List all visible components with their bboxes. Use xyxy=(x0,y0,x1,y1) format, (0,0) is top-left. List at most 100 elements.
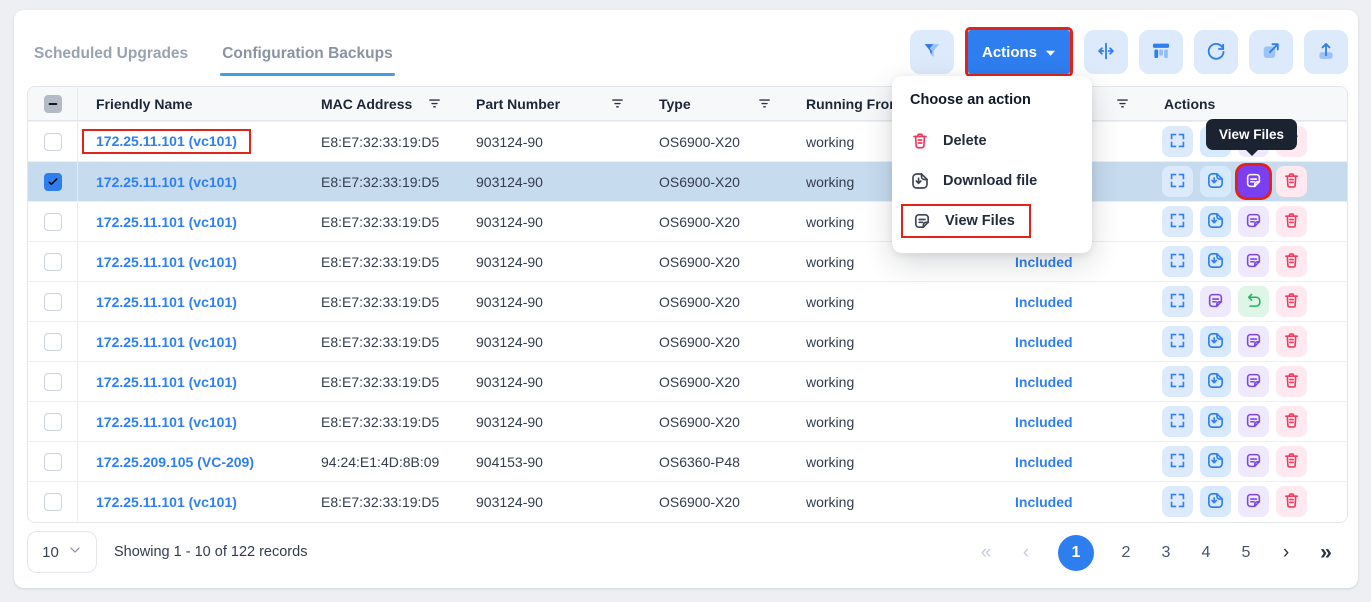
view-files-action-button[interactable] xyxy=(1238,446,1269,477)
view-files-icon xyxy=(912,211,932,231)
delete-action-button[interactable] xyxy=(1276,326,1307,357)
row-checkbox[interactable] xyxy=(44,493,62,511)
column-filter-icon[interactable] xyxy=(757,96,772,111)
view-files-action-button[interactable] xyxy=(1200,286,1231,317)
friendly-name-link[interactable]: 172.25.11.101 (vc101) xyxy=(96,414,237,430)
row-checkbox[interactable] xyxy=(44,213,62,231)
included-link[interactable]: Included xyxy=(1015,374,1073,390)
footer: 10 Showing 1 - 10 of 122 records xyxy=(27,531,307,573)
view-files-action-button[interactable] xyxy=(1238,406,1269,437)
page-button-2[interactable]: 2 xyxy=(1118,544,1134,562)
download-action-button[interactable] xyxy=(1200,486,1231,517)
included-link[interactable]: Included xyxy=(1015,294,1073,310)
restore-action-button[interactable] xyxy=(1238,286,1269,317)
included-link[interactable]: Included xyxy=(1015,254,1073,270)
download-action-button[interactable] xyxy=(1200,366,1231,397)
view-files-action-button[interactable] xyxy=(1238,246,1269,277)
delete-action-button[interactable] xyxy=(1276,486,1307,517)
expand-action-button[interactable] xyxy=(1162,366,1193,397)
row-checkbox[interactable] xyxy=(44,413,62,431)
row-checkbox[interactable] xyxy=(44,453,62,471)
row-actions xyxy=(1146,406,1347,437)
column-filter-icon[interactable] xyxy=(610,96,625,111)
records-summary: Showing 1 - 10 of 122 records xyxy=(114,544,307,560)
download-action-button[interactable] xyxy=(1200,246,1231,277)
friendly-name-link[interactable]: 172.25.11.101 (vc101) xyxy=(96,374,237,390)
download-action-button[interactable] xyxy=(1200,206,1231,237)
tab-scheduled-upgrades[interactable]: Scheduled Upgrades xyxy=(32,36,190,80)
friendly-name-link[interactable]: 172.25.11.101 (vc101) xyxy=(96,174,237,190)
delete-action-button[interactable] xyxy=(1276,366,1307,397)
filter-icon xyxy=(921,40,943,65)
row-checkbox[interactable] xyxy=(44,373,62,391)
delete-action-button[interactable] xyxy=(1276,206,1307,237)
delete-action-button[interactable] xyxy=(1276,406,1307,437)
expand-action-button[interactable] xyxy=(1162,206,1193,237)
included-link[interactable]: Included xyxy=(1015,334,1073,350)
column-filter-icon[interactable] xyxy=(427,96,442,111)
column-filter-icon[interactable] xyxy=(1115,96,1130,111)
menu-item-download-file[interactable]: Download file xyxy=(892,161,1092,201)
delete-action-button[interactable] xyxy=(1276,166,1307,197)
page-button-4[interactable]: 4 xyxy=(1198,544,1214,562)
view-files-action-button[interactable] xyxy=(1238,326,1269,357)
row-checkbox[interactable] xyxy=(44,253,62,271)
expand-action-button[interactable] xyxy=(1162,446,1193,477)
friendly-name-link[interactable]: 172.25.209.105 (VC-209) xyxy=(96,454,254,470)
included-link[interactable]: Included xyxy=(1015,494,1073,510)
previous-page-button[interactable]: ‹ xyxy=(1018,542,1034,564)
row-checkbox[interactable] xyxy=(44,293,62,311)
type-cell: OS6900-X20 xyxy=(641,414,788,430)
view-files-action-button[interactable] xyxy=(1238,366,1269,397)
last-page-button[interactable]: » xyxy=(1318,541,1334,565)
row-checkbox[interactable] xyxy=(44,173,62,191)
first-page-button[interactable]: « xyxy=(978,542,994,564)
refresh-button[interactable] xyxy=(1194,30,1238,74)
upload-button[interactable] xyxy=(1304,30,1348,74)
expand-action-button[interactable] xyxy=(1162,406,1193,437)
delete-action-button[interactable] xyxy=(1276,246,1307,277)
filter-button[interactable] xyxy=(910,30,954,74)
select-all-checkbox[interactable] xyxy=(44,95,62,113)
menu-item-view-files[interactable]: View Files xyxy=(892,201,1092,241)
download-action-button[interactable] xyxy=(1200,446,1231,477)
view-files-action-button[interactable] xyxy=(1238,486,1269,517)
next-page-button[interactable]: › xyxy=(1278,542,1294,564)
view-files-action-button[interactable] xyxy=(1238,206,1269,237)
expand-action-button[interactable] xyxy=(1162,486,1193,517)
page-size-select[interactable]: 10 xyxy=(27,531,97,573)
expand-action-button[interactable] xyxy=(1162,326,1193,357)
friendly-name-link[interactable]: 172.25.11.101 (vc101) xyxy=(96,133,237,149)
friendly-name-link[interactable]: 172.25.11.101 (vc101) xyxy=(96,254,237,270)
included-link[interactable]: Included xyxy=(1015,454,1073,470)
table-row: 172.25.11.101 (vc101)E8:E7:32:33:19:D590… xyxy=(28,241,1347,281)
delete-action-button[interactable] xyxy=(1276,286,1307,317)
download-action-button[interactable] xyxy=(1200,166,1231,197)
export-button[interactable] xyxy=(1249,30,1293,74)
page-button-3[interactable]: 3 xyxy=(1158,544,1174,562)
download-action-button[interactable] xyxy=(1200,406,1231,437)
row-actions xyxy=(1146,166,1347,197)
tab-configuration-backups[interactable]: Configuration Backups xyxy=(220,36,395,80)
delete-icon xyxy=(1282,251,1301,273)
column-resize-button[interactable] xyxy=(1084,30,1128,74)
page-button-5[interactable]: 5 xyxy=(1238,544,1254,562)
menu-item-delete[interactable]: Delete xyxy=(892,121,1092,161)
row-checkbox[interactable] xyxy=(44,333,62,351)
actions-dropdown-button[interactable]: Actions xyxy=(968,30,1070,74)
view-files-action-button[interactable] xyxy=(1238,166,1269,197)
friendly-name-link[interactable]: 172.25.11.101 (vc101) xyxy=(96,334,237,350)
expand-action-button[interactable] xyxy=(1162,286,1193,317)
table-columns-button[interactable] xyxy=(1139,30,1183,74)
friendly-name-link[interactable]: 172.25.11.101 (vc101) xyxy=(96,294,237,310)
download-action-button[interactable] xyxy=(1200,326,1231,357)
expand-action-button[interactable] xyxy=(1162,126,1193,157)
included-link[interactable]: Included xyxy=(1015,414,1073,430)
row-checkbox[interactable] xyxy=(44,133,62,151)
friendly-name-link[interactable]: 172.25.11.101 (vc101) xyxy=(96,214,237,230)
expand-action-button[interactable] xyxy=(1162,246,1193,277)
delete-action-button[interactable] xyxy=(1276,446,1307,477)
expand-action-button[interactable] xyxy=(1162,166,1193,197)
page-button-1[interactable]: 1 xyxy=(1058,535,1094,571)
friendly-name-link[interactable]: 172.25.11.101 (vc101) xyxy=(96,494,237,510)
